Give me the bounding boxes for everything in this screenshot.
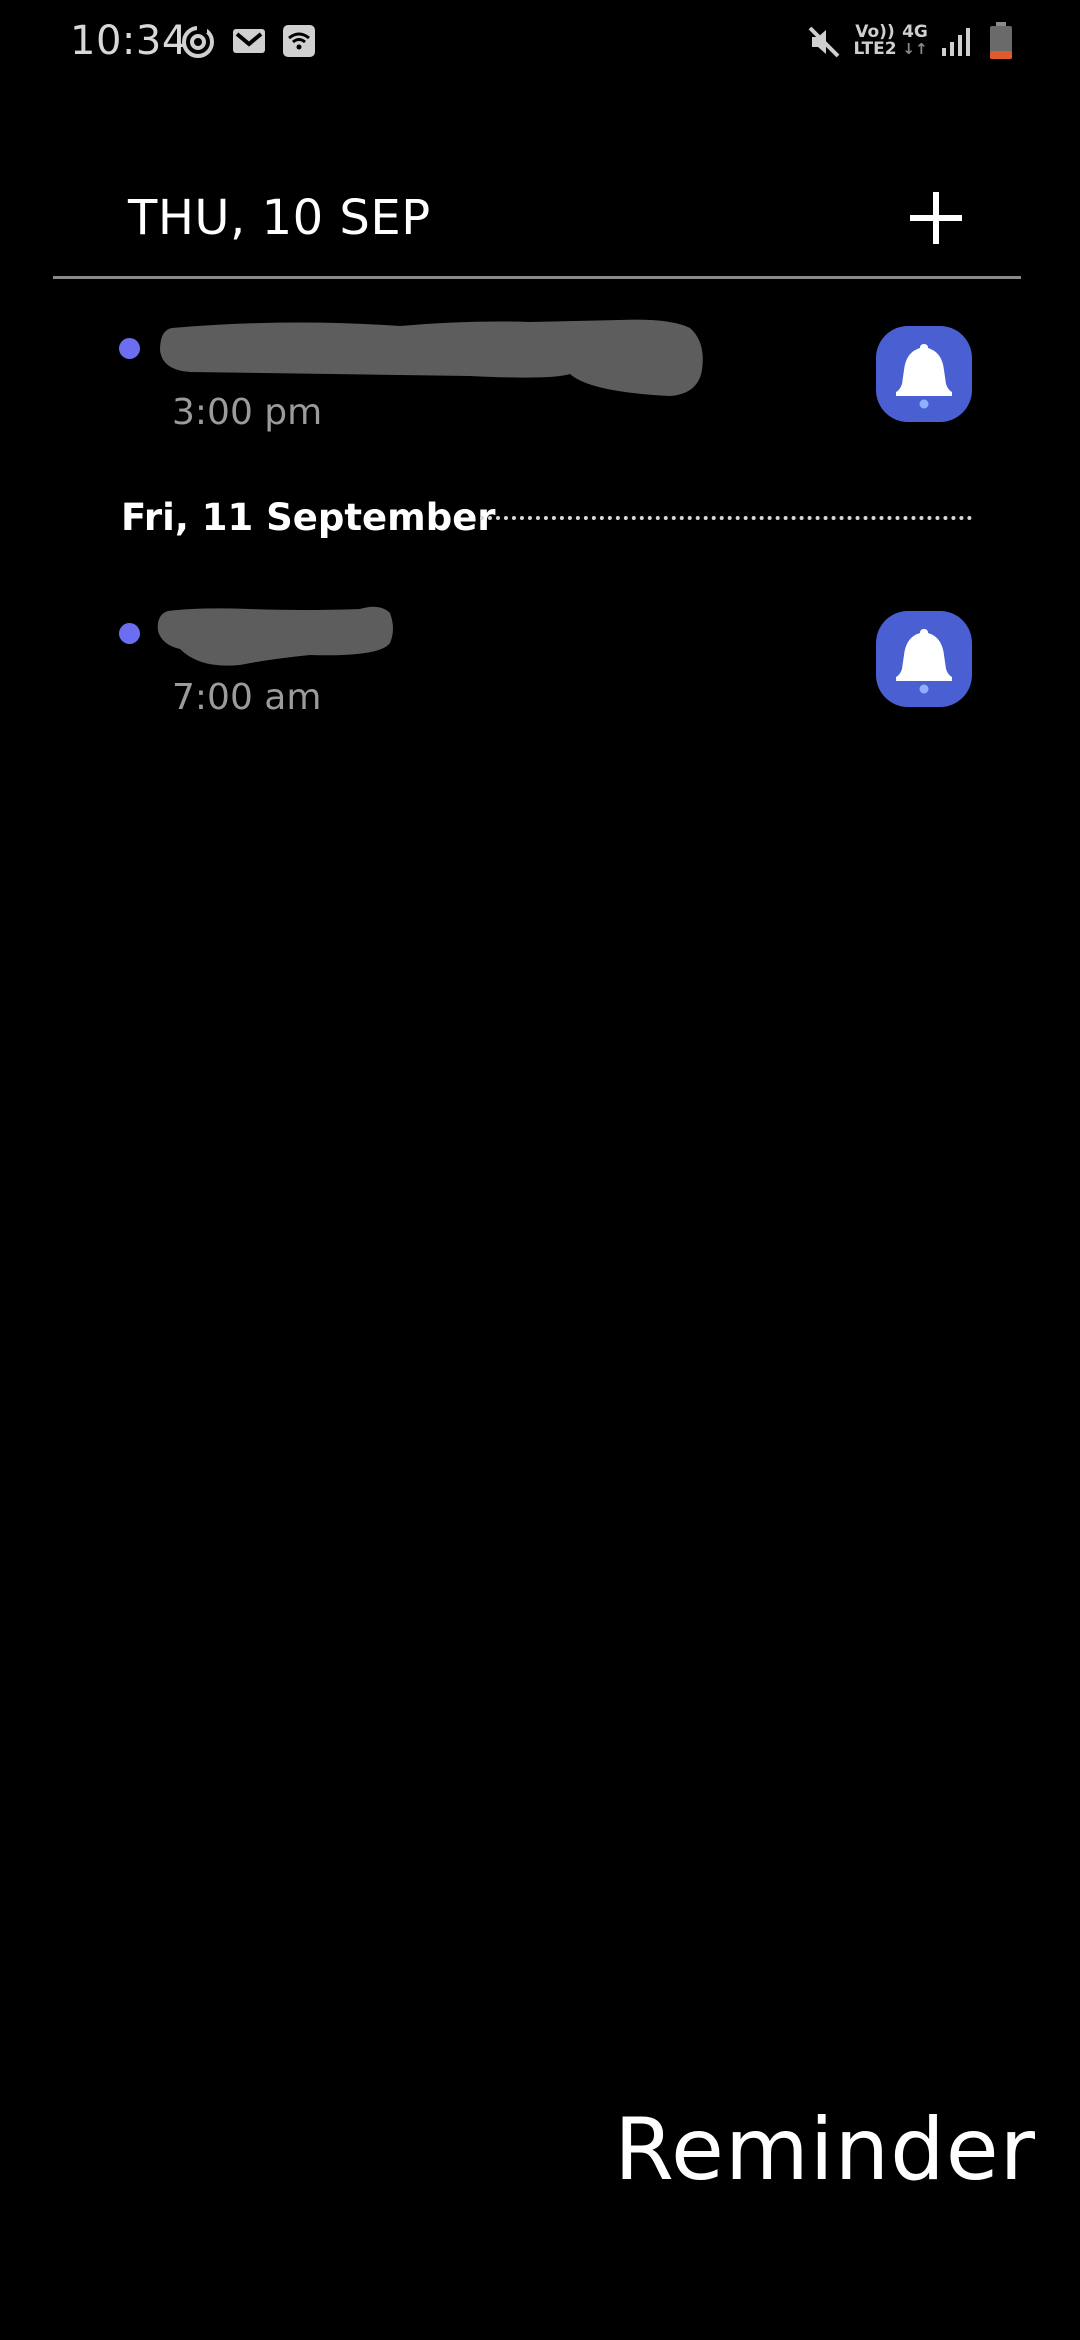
- reminder-item[interactable]: 7:00 am: [0, 585, 1080, 735]
- mute-icon: [806, 24, 842, 65]
- section-date-label: Fri, 11 September: [121, 496, 496, 539]
- network-indicator: 4G ↓↑: [900, 24, 930, 58]
- volte-bottom-label: LTE2: [853, 39, 897, 59]
- add-reminder-button[interactable]: [904, 186, 968, 250]
- data-arrows-icon: ↓↑: [902, 40, 928, 58]
- widget-label: Reminder: [614, 2100, 1036, 2200]
- signal-icon: [940, 26, 972, 63]
- redacted-title: [160, 319, 703, 396]
- unread-dot: [119, 338, 140, 359]
- redacted-title: [157, 606, 393, 666]
- bell-icon: [896, 344, 952, 409]
- bell-icon: [896, 629, 952, 694]
- status-bar: 10:34 Vo)) LTE2 4G ↓↑: [0, 0, 1080, 84]
- alarm-bell-button[interactable]: [876, 611, 972, 707]
- unread-dot: [119, 623, 140, 644]
- status-time: 10:34: [70, 18, 188, 64]
- plus-icon: [910, 192, 962, 244]
- header-divider: [53, 276, 1021, 279]
- reminder-item[interactable]: 3:00 pm: [0, 300, 1080, 450]
- wifi-calling-icon: [282, 24, 316, 63]
- gmail-icon: [232, 26, 266, 61]
- reminder-time: 7:00 am: [172, 677, 322, 718]
- volte-indicator: Vo)) LTE2: [852, 24, 898, 58]
- alarm-bell-button[interactable]: [876, 326, 972, 422]
- sync-icon: [180, 24, 216, 65]
- battery-icon: [988, 22, 1014, 65]
- reminder-time: 3:00 pm: [172, 392, 323, 433]
- network-label: 4G: [902, 22, 928, 42]
- header-date: THU, 10 SEP: [128, 190, 431, 246]
- section-dotted-divider: [480, 516, 972, 520]
